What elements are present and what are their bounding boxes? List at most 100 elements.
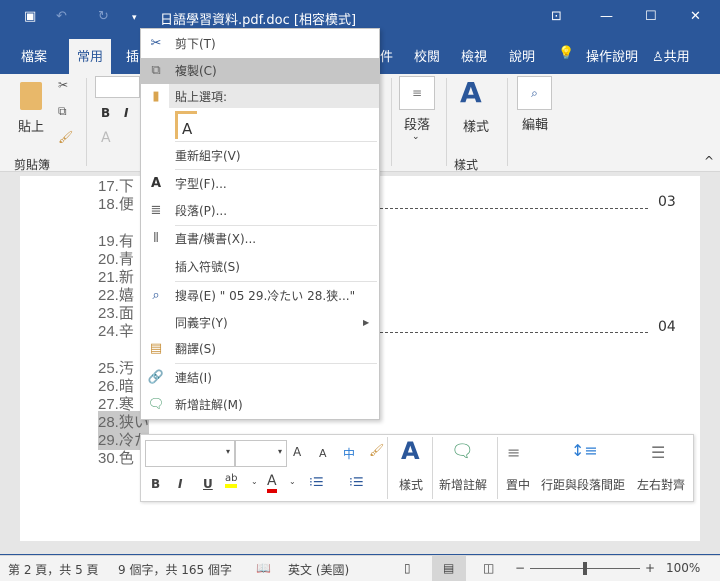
maximize-button[interactable]: ☐ <box>645 9 657 24</box>
text-direction-icon: ⦀ <box>153 231 159 246</box>
doc-line: 24.辛 <box>98 323 134 340</box>
menu-item-font[interactable]: A 字型(F)... <box>141 171 379 197</box>
paragraph-icon: ≣ <box>150 203 162 218</box>
menu-item-copy[interactable]: ⧉ 複製(C) <box>141 58 379 84</box>
close-button[interactable]: ✕ <box>690 9 701 24</box>
tab-mailings[interactable]: 件 <box>380 46 393 65</box>
paste-button[interactable]: 貼上 <box>18 116 44 135</box>
paragraph-button[interactable]: 段落 <box>404 114 430 133</box>
tab-help[interactable]: 說明 <box>509 46 535 65</box>
collapse-ribbon-icon[interactable]: ^ <box>704 154 714 168</box>
doc-line: 30.色 <box>98 450 134 467</box>
shrink-font-button[interactable]: A <box>319 447 327 460</box>
menu-item-paragraph[interactable]: ≣ 段落(P)... <box>141 198 379 224</box>
cut-icon[interactable]: ✂ <box>58 78 68 92</box>
web-layout-icon[interactable]: ◫ <box>483 561 494 575</box>
paste-options-header: ▮ 貼上選項: <box>141 84 379 110</box>
translate-icon: ▤ <box>149 341 163 356</box>
line-spacing-button[interactable]: 行距與段落間距 <box>541 476 625 493</box>
print-layout-icon[interactable]: ▤ <box>443 561 454 575</box>
lightbulb-icon: 💡 <box>558 46 575 61</box>
italic-button[interactable]: I <box>124 106 128 120</box>
grow-font-button[interactable]: A <box>293 445 301 459</box>
zoom-in-button[interactable]: + <box>645 561 655 575</box>
tab-home[interactable]: 常用 <box>69 39 112 74</box>
language[interactable]: 英文 (美國) <box>288 561 349 578</box>
new-comment-icon: 🗨 <box>147 397 165 412</box>
tab-file[interactable]: 檔案 <box>21 46 47 65</box>
chevron-down-icon[interactable]: ⌄ <box>251 477 258 486</box>
page-number: 04 <box>658 319 676 335</box>
clipboard-group-label: 剪貼簿 <box>14 158 51 172</box>
styles-icon[interactable]: A <box>460 76 482 109</box>
styles-icon[interactable]: A <box>401 437 420 465</box>
ribbon-display-icon[interactable]: ⊡ <box>551 9 562 24</box>
menu-item-cut[interactable]: ✂ 剪下(T) <box>141 31 379 57</box>
tell-me[interactable]: 操作說明 <box>586 46 638 65</box>
chevron-down-icon[interactable]: ⌄ <box>289 477 296 486</box>
zoom-level[interactable]: 100% <box>666 561 700 575</box>
center-align-icon[interactable]: ≡ <box>507 443 520 462</box>
minimize-button[interactable]: — <box>600 9 613 24</box>
numbering-icon[interactable]: ⁝☰ <box>349 475 364 489</box>
share-label: 共用 <box>663 50 690 65</box>
word-count[interactable]: 9 個字，共 165 個字 <box>118 561 232 578</box>
format-painter-icon[interactable]: 🖌 <box>369 443 384 457</box>
paste-keep-text-only-icon[interactable]: A <box>175 111 197 139</box>
save-icon[interactable]: ▣ <box>24 9 36 24</box>
line-spacing-icon[interactable]: ↕≡ <box>571 441 598 460</box>
font-icon: A <box>150 176 162 191</box>
menu-item-text-direction[interactable]: ⦀ 直書/橫書(X)... <box>141 226 379 252</box>
bold-button[interactable]: B <box>101 106 110 120</box>
doc-line: 18.便 <box>98 196 134 213</box>
redo-icon[interactable]: ↻ <box>98 9 109 24</box>
copy-icon: ⧉ <box>151 63 161 78</box>
person-icon: ♙ <box>652 50 664 65</box>
menu-item-insert-symbol[interactable]: 插入符號(S) <box>141 254 379 280</box>
paste-icon[interactable] <box>20 82 42 110</box>
justify-icon[interactable]: ☰ <box>651 443 665 462</box>
menu-item-search[interactable]: ⌕ 搜尋(E) " 05 29.冷たい 28.狭..." <box>141 283 379 309</box>
tab-view[interactable]: 檢視 <box>461 46 487 65</box>
editing-button[interactable]: 編輯 <box>522 114 548 133</box>
copy-icon[interactable]: ⧉ <box>58 104 67 119</box>
font-name-dropdown[interactable]: ▾ <box>145 440 235 467</box>
share-button[interactable]: ♙共用 <box>652 46 690 65</box>
styles-button[interactable]: 樣式 <box>463 116 489 135</box>
menu-item-reconvert[interactable]: 重新組字(V) <box>141 143 379 169</box>
font-name-box[interactable] <box>95 76 140 98</box>
zoom-slider-thumb[interactable] <box>583 562 587 575</box>
styles-button[interactable]: 樣式 <box>399 476 423 493</box>
center-button[interactable]: 置中 <box>506 476 530 493</box>
italic-button[interactable]: I <box>178 477 182 491</box>
page-count[interactable]: 第 2 頁，共 5 頁 <box>8 561 99 578</box>
menu-item-translate[interactable]: ▤ 翻譯(S) <box>141 336 379 362</box>
underline-button[interactable]: U <box>203 477 213 491</box>
menu-item-new-comment[interactable]: 🗨 新增註解(M) <box>141 392 379 418</box>
format-painter-icon[interactable]: 🖌 <box>58 130 73 144</box>
font-size-dropdown[interactable]: ▾ <box>235 440 287 467</box>
find-icon[interactable]: ⌕ <box>517 76 552 110</box>
new-comment-icon[interactable]: 🗨 <box>451 441 474 462</box>
undo-icon[interactable]: ↶ <box>56 9 67 24</box>
customize-qat-icon[interactable]: ▾ <box>132 13 137 23</box>
paragraph-icon[interactable]: ≡ <box>399 76 435 110</box>
dropdown-arrow-icon: ▾ <box>277 447 282 456</box>
bullets-icon[interactable]: ⁝☰ <box>309 475 324 489</box>
dashed-rule <box>380 208 648 209</box>
tab-review[interactable]: 校閱 <box>414 46 440 65</box>
dropdown-arrow-icon: ▾ <box>225 447 230 456</box>
proofing-icon[interactable]: 📖 <box>256 561 271 575</box>
zoom-out-button[interactable]: − <box>515 561 525 575</box>
bold-button[interactable]: B <box>151 477 160 491</box>
read-mode-icon[interactable]: ▯ <box>404 561 411 575</box>
tab-insert[interactable]: 插 <box>126 46 139 65</box>
phonetic-guide-button[interactable]: 中 <box>343 445 355 462</box>
justify-button[interactable]: 左右對齊 <box>637 476 685 493</box>
highlight-button[interactable]: ab <box>225 473 238 488</box>
new-comment-button[interactable]: 新增註解 <box>439 476 487 493</box>
menu-item-synonyms[interactable]: 同義字(Y) ▶ <box>141 310 379 336</box>
text-effects-button[interactable]: A <box>101 130 111 146</box>
menu-item-link[interactable]: 🔗 連結(I) <box>141 365 379 391</box>
font-color-button[interactable]: A <box>267 473 277 493</box>
